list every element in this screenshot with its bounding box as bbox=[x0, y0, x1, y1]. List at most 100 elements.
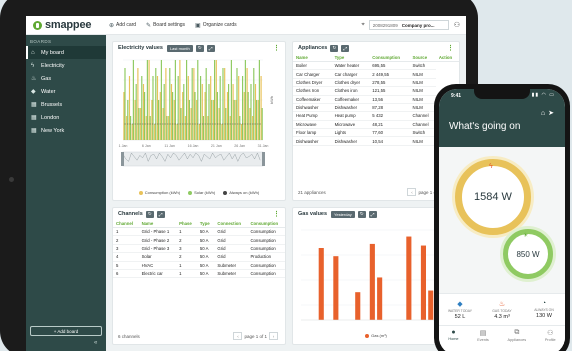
range-handle-left[interactable] bbox=[121, 152, 124, 166]
table-row[interactable]: 2 Grid - Phase 2 2 50 A Grid Consumption bbox=[113, 235, 285, 245]
solar-bar[interactable] bbox=[149, 116, 151, 140]
range-handle-right[interactable] bbox=[262, 152, 265, 166]
consumption-bar[interactable] bbox=[204, 92, 206, 140]
solar-bar[interactable] bbox=[144, 92, 146, 140]
column-header[interactable]: Action bbox=[435, 54, 459, 62]
consumption-bar[interactable] bbox=[134, 100, 136, 140]
solar-bar[interactable] bbox=[138, 108, 140, 140]
expand-icon[interactable]: ⤢ bbox=[368, 210, 377, 218]
collapse-sidebar-icon[interactable]: « bbox=[94, 340, 97, 346]
table-row[interactable]: Clothes Iron Clothes iron 121,55 NILM bbox=[293, 86, 459, 96]
solar-bar[interactable] bbox=[247, 92, 249, 140]
refresh-icon[interactable]: ↻ bbox=[145, 210, 154, 218]
solar-bar[interactable] bbox=[160, 60, 162, 140]
solar-bar[interactable] bbox=[186, 60, 188, 140]
stat-water[interactable]: ◆ WATER TODAY 52 L bbox=[440, 294, 480, 325]
solar-bar[interactable] bbox=[258, 60, 260, 140]
tab-profile[interactable]: ⚇ Profile bbox=[545, 329, 556, 351]
user-icon[interactable]: ⚇ bbox=[454, 21, 460, 29]
solar-bar[interactable] bbox=[211, 100, 213, 140]
sidebar-item-gas[interactable]: ♨ Gas bbox=[26, 72, 106, 85]
solar-bar[interactable] bbox=[239, 116, 241, 140]
consumption-bar[interactable] bbox=[148, 60, 150, 140]
consumption-bar[interactable] bbox=[235, 100, 237, 140]
column-header[interactable]: Connection bbox=[214, 220, 248, 228]
consumption-bar[interactable] bbox=[128, 76, 131, 140]
consumption-bar[interactable] bbox=[229, 116, 231, 140]
column-header[interactable]: Name bbox=[138, 220, 177, 228]
table-row[interactable]: Clothes Dryer Clothes dryer 278,55 NILM bbox=[293, 78, 459, 88]
sidebar-item-electricity[interactable]: ϟ Electricity bbox=[26, 59, 106, 72]
solar-bar[interactable] bbox=[250, 84, 252, 140]
consumption-bar[interactable] bbox=[221, 124, 223, 140]
consumption-bar[interactable] bbox=[126, 116, 128, 140]
gas-bar[interactable] bbox=[428, 290, 434, 320]
consumption-gauge[interactable]: 1584 W bbox=[455, 159, 531, 235]
solar-bar[interactable] bbox=[191, 68, 193, 140]
solar-bar[interactable] bbox=[163, 84, 165, 140]
consumption-bar[interactable] bbox=[154, 124, 156, 140]
gas-bar[interactable] bbox=[333, 256, 339, 320]
solar-bar[interactable] bbox=[188, 100, 190, 140]
table-row[interactable]: Boiler Water heater 695,55 Switch bbox=[293, 61, 459, 71]
solar-bar[interactable] bbox=[236, 68, 238, 140]
more-menu-icon[interactable]: ⋮ bbox=[447, 44, 454, 52]
column-header[interactable]: Type bbox=[331, 54, 370, 62]
solar-bar[interactable] bbox=[219, 76, 221, 140]
prev-page-button[interactable]: ‹ bbox=[233, 332, 243, 340]
stat-always-on[interactable]: ◔ ALWAYS ON 130 W bbox=[524, 294, 564, 325]
consumption-bar[interactable] bbox=[198, 124, 201, 140]
send-icon[interactable]: ➤ bbox=[548, 110, 557, 117]
consumption-bar[interactable] bbox=[142, 84, 145, 140]
refresh-icon[interactable]: ↻ bbox=[195, 44, 204, 52]
column-header[interactable]: Name bbox=[293, 54, 332, 62]
solar-bar[interactable] bbox=[135, 84, 137, 140]
table-row[interactable]: 4 Solar 2 50 A Grid Production bbox=[113, 252, 285, 262]
column-header[interactable]: Source bbox=[409, 54, 436, 62]
column-header[interactable]: Consumption bbox=[369, 54, 410, 62]
solar-bar[interactable] bbox=[228, 84, 230, 140]
column-header[interactable]: Consumption bbox=[247, 220, 285, 228]
consumption-bar[interactable] bbox=[224, 68, 226, 140]
refresh-icon[interactable]: ↻ bbox=[330, 44, 339, 52]
consumption-bar[interactable] bbox=[165, 68, 167, 140]
consumption-bar[interactable] bbox=[182, 92, 184, 140]
consumption-bar[interactable] bbox=[131, 124, 133, 140]
table-row[interactable]: 6 Electric car 1 50 A Submeter Consumption bbox=[113, 269, 285, 279]
consumption-bar[interactable] bbox=[193, 68, 195, 140]
consumption-bar[interactable] bbox=[260, 76, 262, 140]
organize-cards-button[interactable]: ▣ Organize cards bbox=[195, 22, 237, 29]
sidebar-item-my-board[interactable]: ⌂ My board bbox=[26, 46, 106, 59]
solar-bar[interactable] bbox=[183, 84, 185, 140]
solar-bar[interactable] bbox=[244, 60, 246, 140]
consumption-bar[interactable] bbox=[207, 116, 209, 140]
consumption-bar[interactable] bbox=[176, 124, 178, 140]
period-select[interactable]: Last month bbox=[166, 44, 193, 52]
gas-bar[interactable] bbox=[318, 248, 324, 320]
consumption-bar[interactable] bbox=[123, 92, 125, 140]
period-select[interactable]: Yesterday bbox=[331, 210, 355, 218]
sidebar-item-london[interactable]: ▦ London bbox=[26, 111, 106, 124]
more-menu-icon[interactable]: ⋮ bbox=[273, 44, 280, 52]
consumption-bar[interactable] bbox=[145, 116, 147, 140]
gas-bar[interactable] bbox=[355, 292, 361, 320]
sidebar-item-brussels[interactable]: ▦ Brussels bbox=[26, 98, 106, 111]
gas-bar[interactable] bbox=[420, 245, 427, 320]
solar-bar[interactable] bbox=[177, 76, 179, 140]
consumption-bar[interactable] bbox=[151, 100, 153, 140]
solar-bar[interactable] bbox=[146, 60, 148, 140]
column-header[interactable]: Phase bbox=[176, 220, 197, 228]
consumption-bar[interactable] bbox=[212, 100, 215, 140]
table-row[interactable]: 1 Grid - Phase 1 1 50 A Grid Consumption bbox=[113, 227, 285, 237]
expand-icon[interactable]: ⤢ bbox=[341, 44, 350, 52]
solar-bar[interactable] bbox=[174, 60, 176, 140]
solar-bar[interactable] bbox=[194, 92, 196, 140]
consumption-bar[interactable] bbox=[232, 84, 234, 140]
solar-bar[interactable] bbox=[152, 76, 154, 140]
solar-bar[interactable] bbox=[141, 76, 143, 140]
consumption-bar[interactable] bbox=[168, 116, 170, 140]
solar-bar[interactable] bbox=[214, 60, 216, 140]
solar-bar[interactable] bbox=[200, 76, 202, 140]
consumption-bar[interactable] bbox=[170, 84, 173, 140]
gas-bar[interactable] bbox=[369, 243, 375, 320]
